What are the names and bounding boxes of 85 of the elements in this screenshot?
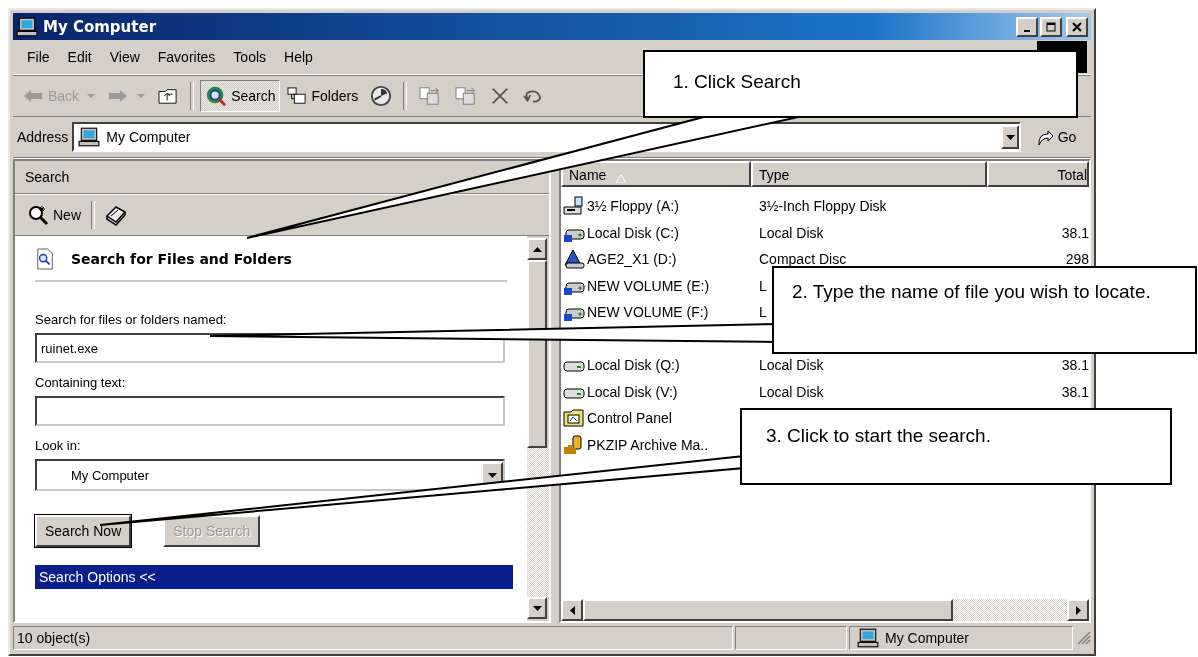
input-field[interactable] <box>35 396 505 426</box>
size-cell: 298 <box>1065 251 1089 268</box>
down-arrow-icon <box>532 605 542 611</box>
status-text: 10 object(s) <box>17 630 91 646</box>
type-cell: Local Disk <box>759 383 824 400</box>
file-name[interactable]: 3½ Floppy (A:) <box>587 198 679 215</box>
dropdown-button[interactable] <box>1001 125 1019 149</box>
search-now-button[interactable]: Search Now <box>35 515 132 547</box>
book-icon <box>104 204 128 226</box>
column-header[interactable]: Type <box>751 161 987 187</box>
menu-item[interactable]: File <box>19 49 58 65</box>
caret-icon <box>1005 134 1015 140</box>
sort-arrow-icon <box>616 175 627 183</box>
horizontal-scrollbar[interactable] <box>561 599 1089 621</box>
cd-drive-icon <box>563 249 585 270</box>
field-label: Look in: <box>35 438 82 453</box>
menu-item[interactable]: Edit <box>59 49 100 65</box>
field-label: Containing text: <box>35 375 127 390</box>
file-name[interactable]: AGE2_X1 (D:) <box>587 251 677 268</box>
left-arrow-icon <box>569 605 575 615</box>
control-panel-icon <box>563 408 585 429</box>
search-options-bar[interactable]: Search Options << <box>35 565 513 589</box>
address-field[interactable]: My Computer <box>72 122 1021 152</box>
menu-item[interactable]: View <box>101 49 148 65</box>
maximize-button[interactable] <box>1040 16 1062 37</box>
callout: 3. Click to start the search. <box>740 408 1172 485</box>
caret-icon <box>487 472 497 478</box>
size-cell: 38.1 <box>1061 357 1089 374</box>
type-cell: Compact Disc <box>759 251 847 268</box>
caret-icon <box>137 93 146 99</box>
maximize-icon <box>1046 21 1056 32</box>
computer-icon <box>857 628 879 648</box>
folders-button[interactable]: Folders <box>282 80 364 112</box>
menu-item[interactable]: Favorites <box>149 49 224 65</box>
search-document-icon <box>35 248 55 270</box>
up-arrow-icon <box>532 246 542 252</box>
menu-item[interactable]: Help <box>276 49 321 65</box>
up-folder-icon <box>157 87 180 105</box>
computer-icon <box>78 127 101 147</box>
magnifier-icon <box>27 204 49 226</box>
delete-icon <box>490 86 511 106</box>
folders-icon <box>287 87 308 105</box>
clock-icon <box>370 85 393 107</box>
file-name[interactable]: NEW VOLUME (F:) <box>587 304 709 321</box>
close-button[interactable] <box>1066 16 1088 37</box>
status-location: My Computer <box>885 630 970 646</box>
column-header[interactable]: Name <box>561 161 751 187</box>
pane-title: Search <box>25 169 70 185</box>
globe-search-icon <box>205 85 228 107</box>
archive-icon <box>563 434 585 455</box>
column-header[interactable]: Total <box>987 161 1089 187</box>
minimize-button[interactable] <box>1016 16 1038 37</box>
file-name[interactable]: Local Disk (V:) <box>587 383 678 400</box>
file-name[interactable]: Local Disk (C:) <box>587 224 679 241</box>
menu-item[interactable]: Tools <box>225 49 275 65</box>
right-arrow-icon <box>1075 605 1081 615</box>
type-cell: Local Disk <box>759 224 824 241</box>
callout: 2. Type the name of file you wish to locate. <box>772 266 1197 354</box>
minimize-icon <box>1024 29 1030 32</box>
type-cell: L <box>759 304 767 321</box>
file-name[interactable]: PKZIP Archive Ma.. <box>587 436 709 453</box>
type-cell: 3½-Inch Floppy Disk <box>759 198 887 215</box>
section-heading: Search for Files and Folders <box>71 251 292 267</box>
size-cell: 38.1 <box>1061 383 1089 400</box>
new-search-button[interactable]: New <box>21 199 87 231</box>
computer-icon <box>16 16 38 37</box>
resize-grip-icon[interactable] <box>1077 631 1091 645</box>
file-name[interactable]: Local Disk (Q:) <box>587 357 680 374</box>
floppy-drive-icon <box>563 196 585 217</box>
address-label: Address <box>17 129 69 145</box>
type-cell: L <box>759 277 767 294</box>
left-arrow-icon <box>22 88 44 104</box>
size-cell: 38.1 <box>1061 224 1089 241</box>
file-name[interactable]: Control Panel <box>587 410 672 427</box>
callout: 1. Click Search <box>643 50 1078 118</box>
field-label: Search for files or folders named: <box>35 312 228 327</box>
search-button[interactable]: Search <box>200 80 281 112</box>
window-title: My Computer <box>43 17 157 36</box>
curved-arrow-icon <box>1035 128 1054 146</box>
close-icon <box>1072 21 1082 32</box>
file-name[interactable]: NEW VOLUME (E:) <box>587 277 710 294</box>
caret-icon <box>87 93 96 99</box>
go-button[interactable]: Go <box>1025 121 1087 153</box>
vertical-scrollbar[interactable] <box>527 236 549 621</box>
type-cell: Local Disk <box>759 357 824 374</box>
